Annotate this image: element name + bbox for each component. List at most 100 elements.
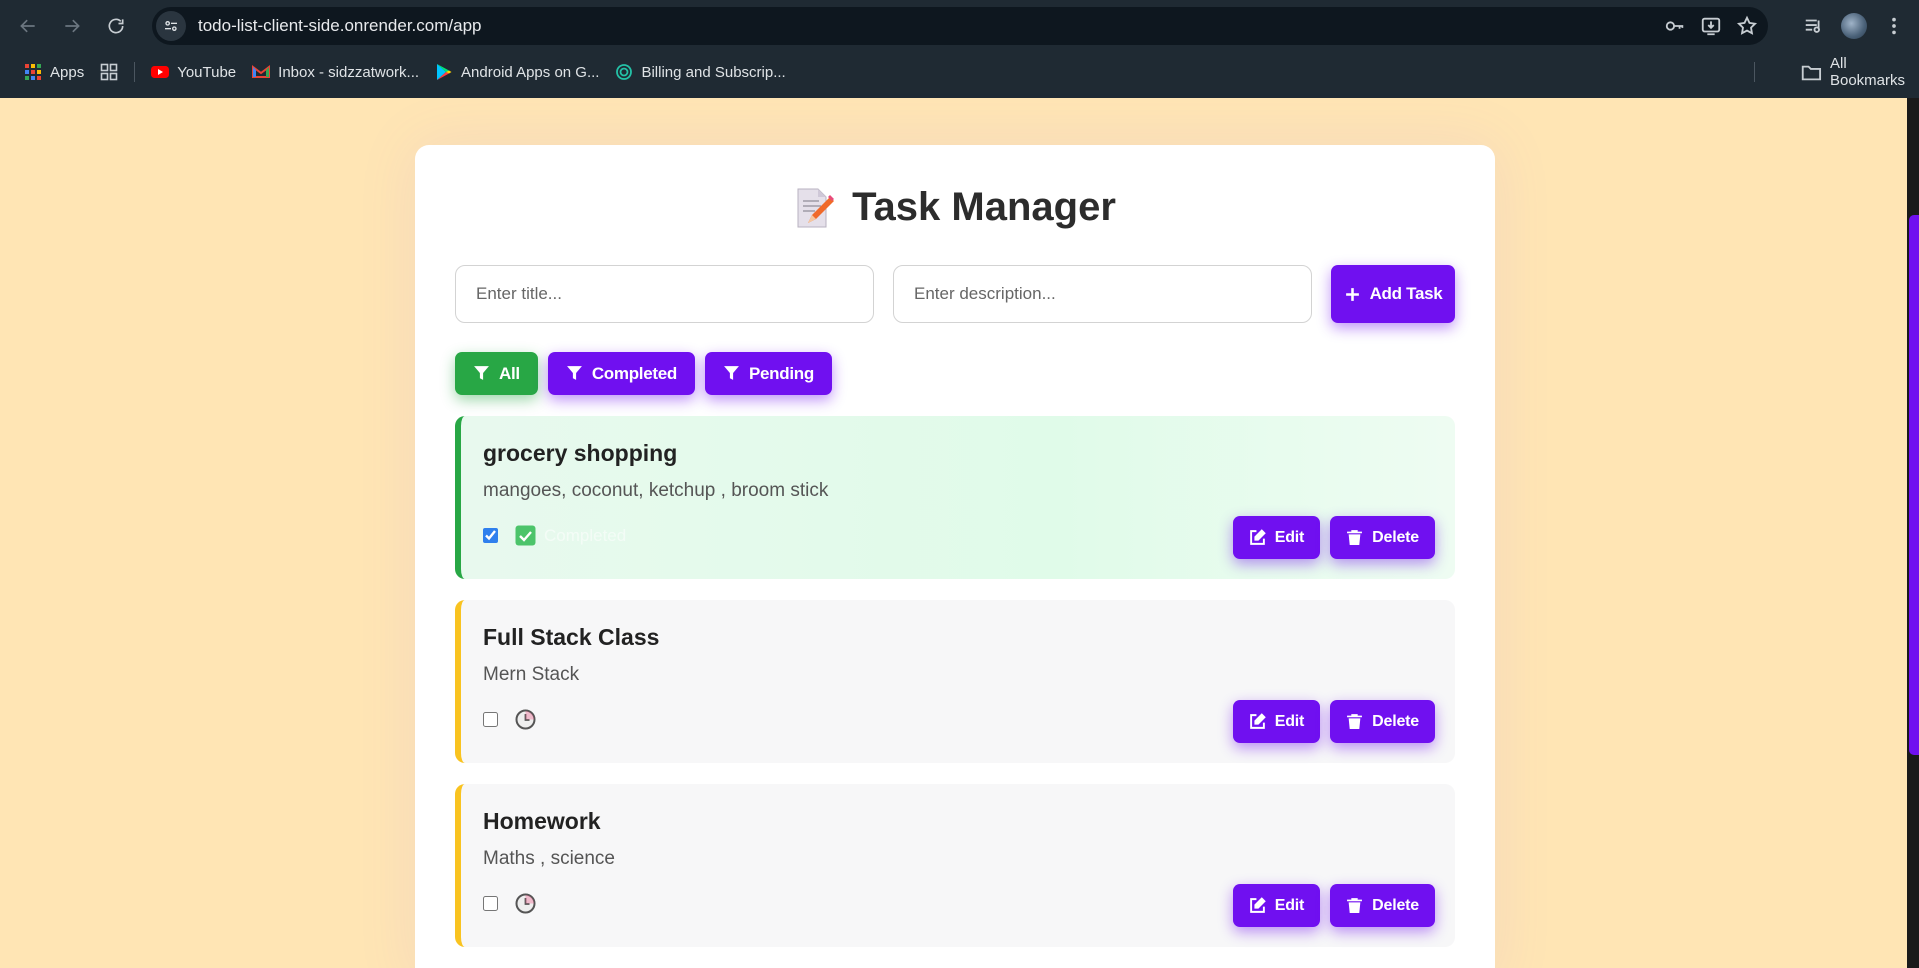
edit-label: Edit — [1274, 528, 1305, 546]
billing-icon — [616, 64, 633, 80]
tab-groups-icon — [100, 63, 118, 81]
back-button[interactable] — [6, 4, 50, 48]
bookmark-billing[interactable]: Billing and Subscrip... — [615, 56, 786, 88]
toolbar-right — [1803, 0, 1919, 52]
forward-arrow-icon — [65, 19, 80, 33]
edit-label: Edit — [1274, 896, 1305, 914]
address-bar-actions — [1664, 7, 1758, 45]
trash-icon — [1347, 898, 1363, 913]
bookmarks-divider — [1754, 62, 1755, 82]
clock-icon — [515, 893, 536, 914]
edit-icon — [1249, 897, 1266, 913]
filter-label: Pending — [748, 363, 814, 383]
bookmarks-divider — [134, 62, 136, 82]
page-title: Task Manager — [415, 185, 1495, 230]
browser-toolbar: todo-list-client-side.onrender.com/app — [0, 0, 1919, 52]
task-title: Full Stack Class — [483, 624, 660, 650]
bookmark-label: Inbox - sidzzatwork... — [278, 63, 420, 81]
task-complete-checkbox[interactable] — [483, 528, 498, 543]
gmail-icon — [252, 65, 271, 78]
address-bar[interactable]: todo-list-client-side.onrender.com/app — [152, 7, 1768, 45]
task-description: mangoes, coconut, ketchup , broom stick — [483, 480, 829, 501]
task-title: grocery shopping — [483, 440, 678, 466]
tune-icon — [165, 21, 177, 31]
filter-completed-button[interactable]: Completed — [547, 352, 695, 395]
all-bookmarks-label: All Bookmarks — [1829, 55, 1906, 89]
task-item: Full Stack Class Mern Stack Edit Delete — [455, 600, 1455, 763]
status-label: Completed — [544, 525, 627, 545]
delete-task-button[interactable]: Delete — [1330, 516, 1435, 559]
bookmarks-bar: Apps YouTube Inbox - sidzzatwork... Andr… — [0, 55, 1919, 89]
task-item: Homework Maths , science Edit Delete — [455, 784, 1455, 947]
apps-grid-icon — [25, 64, 41, 80]
task-manager-card: Task Manager Add Task All Completed Pend… — [415, 145, 1495, 968]
forward-button[interactable] — [50, 4, 94, 48]
task-description-input[interactable] — [893, 265, 1312, 323]
task-title-input[interactable] — [455, 265, 874, 323]
edit-task-button[interactable]: Edit — [1232, 516, 1321, 559]
filter-icon — [474, 366, 489, 380]
check-mark-icon — [515, 525, 536, 546]
task-item: grocery shopping mangoes, coconut, ketch… — [455, 416, 1455, 579]
task-actions: Edit Delete — [1232, 516, 1435, 559]
bookmark-google-play[interactable]: Android Apps on G... — [435, 56, 599, 88]
filter-all-button[interactable]: All — [455, 352, 538, 395]
install-app-icon[interactable] — [1700, 15, 1722, 37]
add-task-label: Add Task — [1369, 284, 1443, 303]
task-title: Homework — [483, 808, 601, 834]
google-play-icon — [437, 64, 452, 80]
media-queue-icon[interactable] — [1803, 15, 1825, 37]
add-task-button[interactable]: Add Task — [1331, 265, 1455, 323]
memo-pencil-icon — [794, 187, 835, 229]
delete-label: Delete — [1372, 896, 1419, 914]
filter-icon — [566, 366, 582, 380]
filter-icon — [724, 366, 739, 380]
task-actions: Edit Delete — [1232, 884, 1435, 927]
trash-icon — [1347, 714, 1363, 729]
delete-task-button[interactable]: Delete — [1330, 884, 1435, 927]
edit-label: Edit — [1274, 712, 1305, 730]
tab-groups-button[interactable] — [100, 56, 118, 88]
reload-icon — [108, 18, 124, 34]
bookmark-apps[interactable]: Apps — [24, 56, 84, 88]
task-complete-checkbox[interactable] — [483, 712, 498, 727]
task-status — [515, 709, 536, 730]
filter-pending-button[interactable]: Pending — [704, 352, 832, 395]
task-description: Mern Stack — [483, 664, 580, 685]
plus-icon — [1345, 287, 1359, 301]
task-status: Completed — [515, 525, 626, 546]
delete-label: Delete — [1372, 528, 1419, 546]
task-complete-checkbox[interactable] — [483, 896, 498, 911]
bookmark-youtube[interactable]: YouTube — [151, 56, 236, 88]
url-text[interactable]: todo-list-client-side.onrender.com/app — [198, 16, 481, 36]
app-title: Task Manager — [852, 185, 1116, 229]
task-actions: Edit Delete — [1232, 700, 1435, 743]
delete-task-button[interactable]: Delete — [1330, 700, 1435, 743]
bookmark-label: Apps — [50, 63, 85, 81]
more-menu-icon[interactable] — [1883, 15, 1905, 37]
task-description: Maths , science — [483, 848, 615, 869]
all-bookmarks-button[interactable]: All Bookmarks — [1801, 55, 1906, 89]
folder-icon — [1801, 65, 1822, 80]
trash-icon — [1347, 530, 1363, 545]
filter-bar: All Completed Pending — [455, 352, 832, 395]
edit-task-button[interactable]: Edit — [1232, 700, 1321, 743]
bookmark-label: Android Apps on G... — [461, 63, 600, 81]
bookmark-star-icon[interactable] — [1736, 15, 1758, 37]
bookmark-label: Billing and Subscrip... — [641, 63, 786, 81]
edit-task-button[interactable]: Edit — [1232, 884, 1321, 927]
reload-button[interactable] — [94, 4, 138, 48]
site-info-button[interactable] — [156, 11, 186, 41]
filter-label: All — [499, 363, 520, 383]
profile-avatar[interactable] — [1841, 13, 1867, 39]
filter-label: Completed — [591, 363, 677, 383]
task-status — [515, 893, 536, 914]
back-arrow-icon — [20, 19, 35, 33]
browser-chrome: todo-list-client-side.onrender.com/app A… — [0, 0, 1919, 98]
page-scrollbar[interactable] — [1909, 215, 1919, 755]
delete-label: Delete — [1372, 712, 1419, 730]
key-icon[interactable] — [1664, 15, 1686, 37]
bookmark-gmail[interactable]: Inbox - sidzzatwork... — [252, 56, 419, 88]
edit-icon — [1249, 529, 1266, 545]
bookmark-label: YouTube — [177, 63, 237, 81]
